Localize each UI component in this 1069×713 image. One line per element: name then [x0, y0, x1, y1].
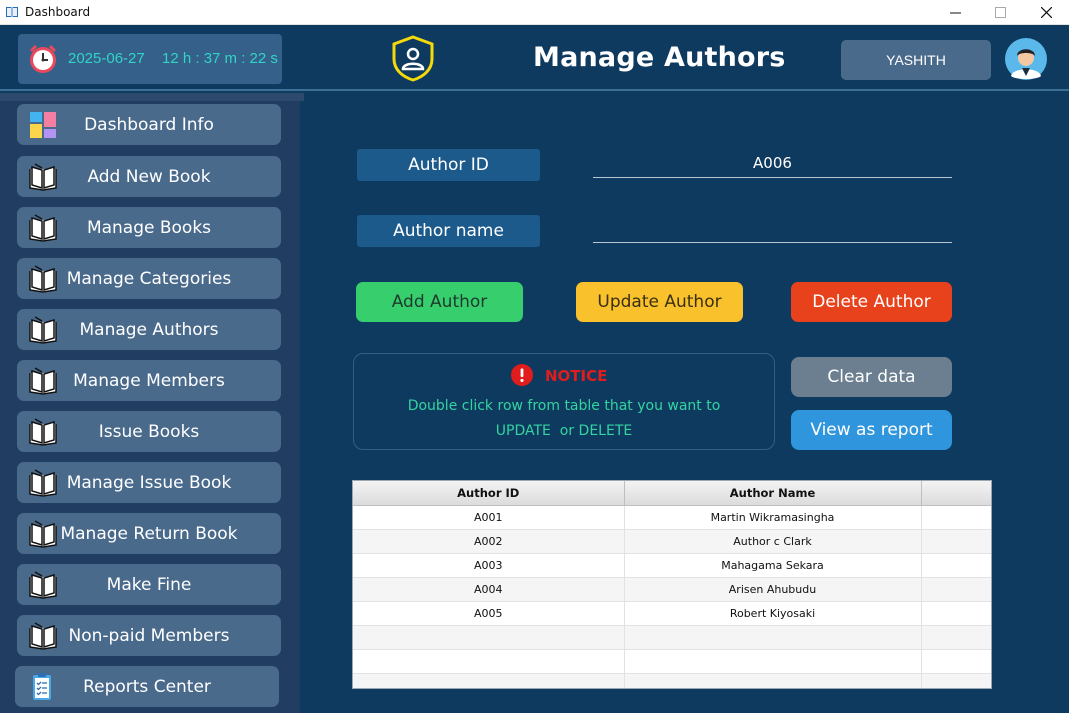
clock-panel: 2025-06-27 12 h : 37 m : 22 s: [18, 34, 282, 84]
cell-empty: [921, 529, 991, 554]
sidebar-item-issue-books[interactable]: Issue Books: [17, 411, 281, 452]
sidebar-item-manage-members[interactable]: Manage Members: [17, 360, 281, 401]
cell-empty: [921, 625, 991, 650]
maximize-icon: [994, 7, 1006, 18]
authors-table[interactable]: Author ID Author Name A001 Martin Wikram…: [352, 480, 992, 689]
minimize-icon: [949, 12, 961, 14]
cell-empty: [921, 577, 991, 602]
cell-author-id: A004: [353, 577, 625, 602]
author-name-field[interactable]: [593, 213, 952, 243]
author-id-label: Author ID: [357, 149, 540, 181]
sidebar-item-label: Add New Book: [87, 167, 211, 187]
shield-user-icon: [392, 35, 434, 82]
sidebar-item-manage-authors[interactable]: Manage Authors: [17, 309, 281, 350]
cell-empty: [921, 649, 991, 674]
delete-author-button[interactable]: Delete Author: [791, 282, 952, 322]
sidebar-item-label: Make Fine: [106, 575, 192, 595]
alert-icon: [511, 364, 533, 386]
table-row[interactable]: [353, 649, 991, 674]
table-row[interactable]: A002 Author c Clark: [353, 529, 991, 554]
cell-author-name: Mahagama Sekara: [624, 553, 922, 578]
add-author-button[interactable]: Add Author: [356, 282, 523, 322]
sidebar-scrollbar[interactable]: [0, 93, 304, 101]
sidebar-item-label: Manage Categories: [66, 269, 232, 289]
user-avatar-icon[interactable]: [1005, 38, 1047, 80]
cell-author-name: [624, 625, 922, 650]
author-id-field[interactable]: [593, 148, 952, 178]
cell-author-name: [624, 673, 922, 688]
notice-panel: NOTICE Double click row from table that …: [353, 353, 775, 450]
view-report-button[interactable]: View as report: [791, 410, 952, 450]
clear-data-button[interactable]: Clear data: [791, 357, 952, 397]
cell-author-id: [353, 673, 625, 688]
cell-author-name: Martin Wikramasingha: [624, 505, 922, 530]
window-titlebar: Dashboard: [0, 0, 1069, 25]
notice-title: NOTICE: [545, 367, 608, 385]
alarm-clock-icon: [29, 44, 57, 73]
book-app-icon: [6, 7, 18, 17]
sidebar-item-dashboard-info[interactable]: Dashboard Info: [17, 104, 281, 145]
table-row[interactable]: A001 Martin Wikramasingha: [353, 505, 991, 530]
table-row[interactable]: A003 Mahagama Sekara: [353, 553, 991, 578]
sidebar-item-label: Issue Books: [98, 422, 200, 442]
cell-author-id: A002: [353, 529, 625, 554]
sidebar-item-manage-books[interactable]: Manage Books: [17, 207, 281, 248]
sidebar-item-label: Manage Books: [86, 218, 212, 238]
cell-author-id: A003: [353, 553, 625, 578]
maximize-button[interactable]: [977, 0, 1023, 25]
cell-empty: [921, 505, 991, 530]
sidebar-item-make-fine[interactable]: Make Fine: [17, 564, 281, 605]
close-icon: [1040, 7, 1052, 18]
sidebar-item-non-paid-members[interactable]: Non-paid Members: [17, 615, 281, 656]
page-title: Manage Authors: [533, 42, 786, 73]
close-button[interactable]: [1023, 0, 1069, 25]
table-row[interactable]: A004 Arisen Ahubudu: [353, 577, 991, 602]
cell-author-name: [624, 649, 922, 674]
table-row[interactable]: A005 Robert Kiyosaki: [353, 601, 991, 626]
sidebar-item-label: Manage Issue Book: [66, 473, 232, 493]
sidebar-item-add-new-book[interactable]: Add New Book: [17, 156, 281, 197]
column-header-empty[interactable]: [921, 481, 991, 506]
notice-text-line-1: Double click row from table that you wan…: [407, 398, 721, 414]
sidebar-item-label: Non-paid Members: [68, 626, 230, 646]
table-row[interactable]: [353, 673, 991, 688]
current-time: 12 h : 37 m : 22 s: [162, 50, 278, 67]
sidebar-item-reports-center[interactable]: Reports Center: [15, 666, 279, 707]
user-button[interactable]: YASHITH: [841, 40, 991, 80]
cell-empty: [921, 673, 991, 688]
sidebar-item-label: Reports Center: [83, 677, 211, 697]
cell-empty: [921, 601, 991, 626]
cell-author-name: Arisen Ahubudu: [624, 577, 922, 602]
cell-author-id: A005: [353, 601, 625, 626]
sidebar-item-label: Manage Members: [73, 371, 225, 391]
sidebar-item-label: Manage Return Book: [60, 524, 238, 544]
cell-author-id: A001: [353, 505, 625, 530]
table-header-row: Author ID Author Name: [353, 481, 991, 506]
sidebar-item-manage-issue-book[interactable]: Manage Issue Book: [17, 462, 281, 503]
update-author-button[interactable]: Update Author: [576, 282, 743, 322]
sidebar-item-manage-categories[interactable]: Manage Categories: [17, 258, 281, 299]
header-bar: 2025-06-27 12 h : 37 m : 22 s Manage Aut…: [0, 26, 1069, 91]
current-date: 2025-06-27: [68, 50, 145, 67]
sidebar-item-label: Dashboard Info: [84, 115, 214, 135]
cell-author-id: [353, 649, 625, 674]
sidebar-item-manage-return-book[interactable]: Manage Return Book: [17, 513, 281, 554]
cell-author-name: Robert Kiyosaki: [624, 601, 922, 626]
window-title: Dashboard: [25, 5, 91, 19]
minimize-button[interactable]: [932, 0, 978, 25]
column-header-author-id[interactable]: Author ID: [353, 481, 625, 506]
notice-text-line-2: UPDATE or DELETE: [495, 423, 633, 439]
cell-author-name: Author c Clark: [624, 529, 922, 554]
cell-empty: [921, 553, 991, 578]
cell-author-id: [353, 625, 625, 650]
sidebar-item-label: Manage Authors: [79, 320, 219, 340]
column-header-author-name[interactable]: Author Name: [624, 481, 922, 506]
author-name-label: Author name: [357, 215, 540, 247]
table-row[interactable]: [353, 625, 991, 650]
